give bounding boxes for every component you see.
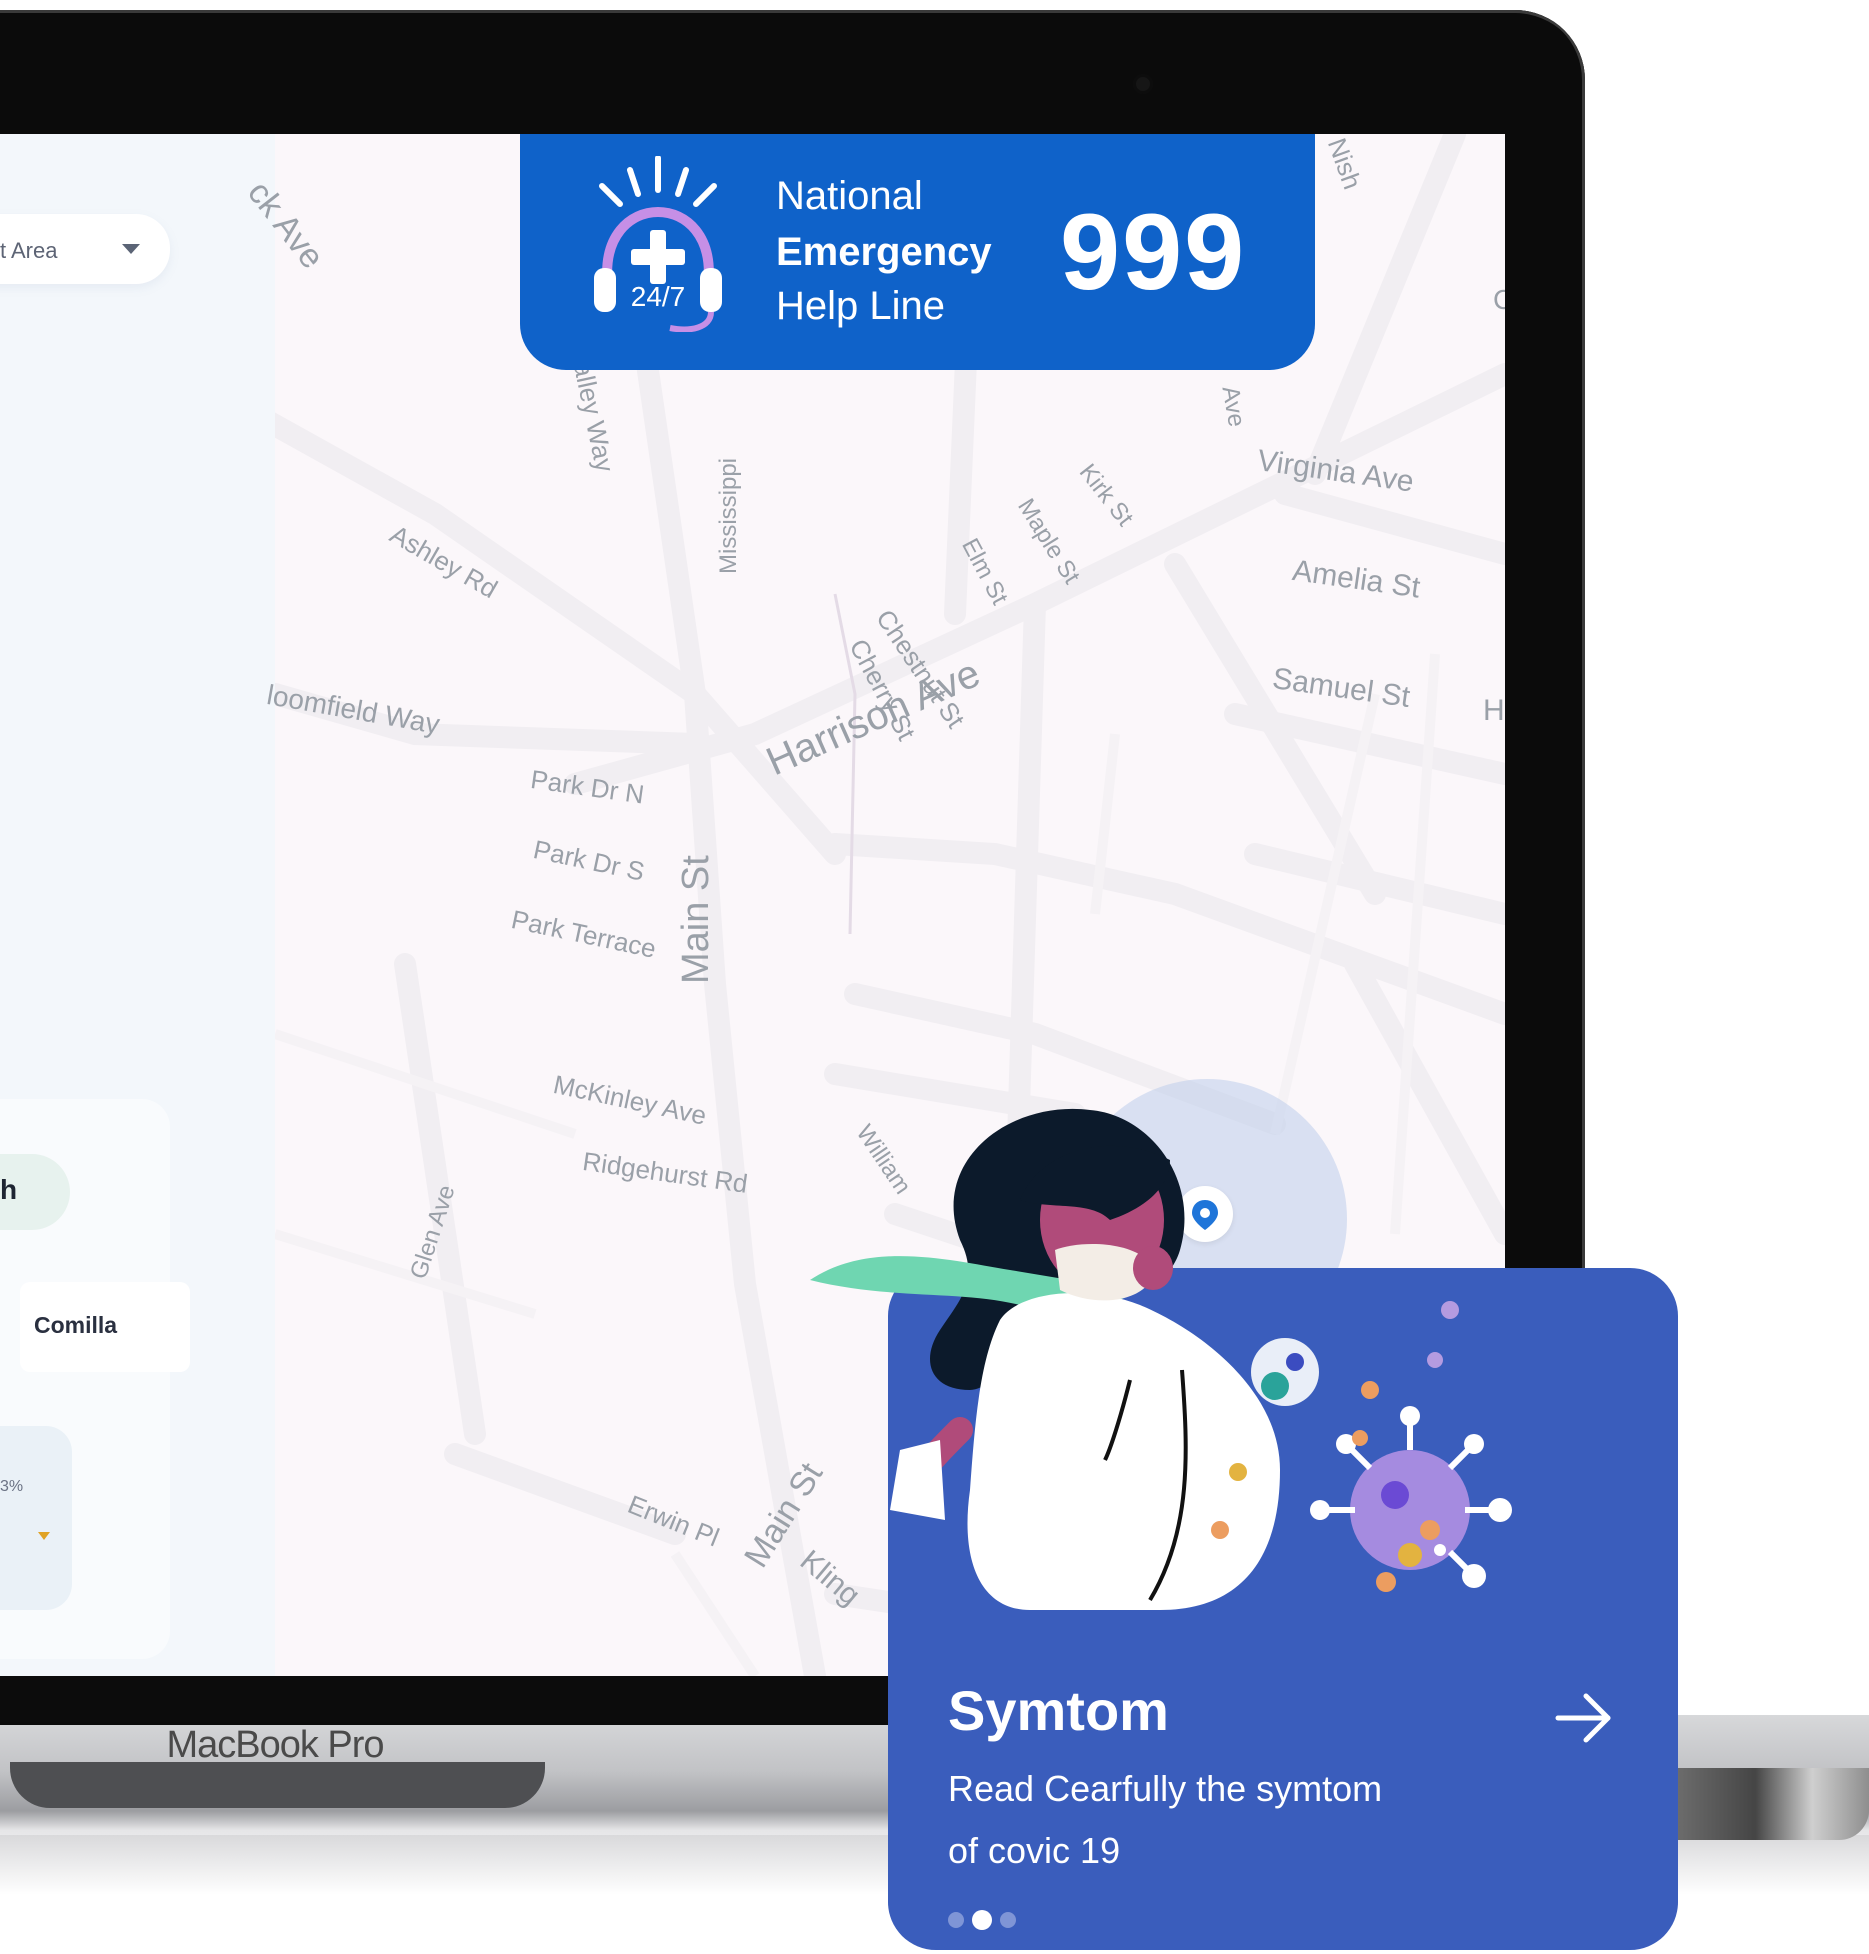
arrow-right-icon[interactable] bbox=[1552, 1688, 1616, 1748]
camera-icon bbox=[1133, 74, 1153, 94]
search-button-label: h bbox=[0, 1174, 18, 1205]
laptop-hinge bbox=[10, 1762, 545, 1808]
tab-label: Comilla bbox=[34, 1312, 118, 1338]
road-label: H bbox=[1483, 694, 1505, 727]
area-select-value: t Area bbox=[0, 238, 58, 263]
sick-woman-illustration bbox=[810, 1090, 1570, 1650]
left-panel: t Area h Comilla 3% bbox=[0, 134, 275, 1676]
pagination-dot[interactable] bbox=[1000, 1912, 1016, 1928]
caret-down-icon bbox=[122, 244, 140, 254]
helpline-line2: Emergency bbox=[776, 230, 992, 274]
helpline-icon-text: 24/7 bbox=[631, 281, 686, 312]
card-title: Symtom bbox=[948, 1679, 1169, 1742]
card-description-line2: of covic 19 bbox=[948, 1830, 1121, 1871]
pagination-dot-active[interactable] bbox=[972, 1910, 992, 1930]
pagination-dot[interactable] bbox=[948, 1912, 964, 1928]
model-label: MacBook Pro bbox=[166, 1724, 384, 1766]
tab-comilla[interactable]: Comilla bbox=[20, 1282, 190, 1372]
helpline-line3: Help Line bbox=[776, 284, 946, 328]
helpline-banner[interactable]: 24/7 National Emergency Help Line 999 bbox=[520, 134, 1315, 370]
card-description: Read Cearfully the symtom of covic 19 bbox=[948, 1758, 1468, 1882]
road-label: Main St bbox=[675, 855, 717, 984]
helpline-line1: National bbox=[776, 174, 923, 218]
headset-plus-icon: 24/7 bbox=[580, 155, 736, 333]
road-label: C bbox=[1493, 284, 1505, 315]
stat-box: 3% bbox=[0, 1426, 72, 1610]
stat-percent: 3% bbox=[0, 1478, 24, 1495]
pagination-dots bbox=[948, 1910, 1024, 1930]
area-select[interactable]: t Area bbox=[0, 214, 170, 284]
trend-down-icon bbox=[38, 1532, 50, 1540]
helpline-number[interactable]: 999 bbox=[1060, 198, 1246, 306]
card-description-line1: Read Cearfully the symtom bbox=[948, 1768, 1383, 1809]
road-label: Mississippi bbox=[715, 457, 742, 574]
